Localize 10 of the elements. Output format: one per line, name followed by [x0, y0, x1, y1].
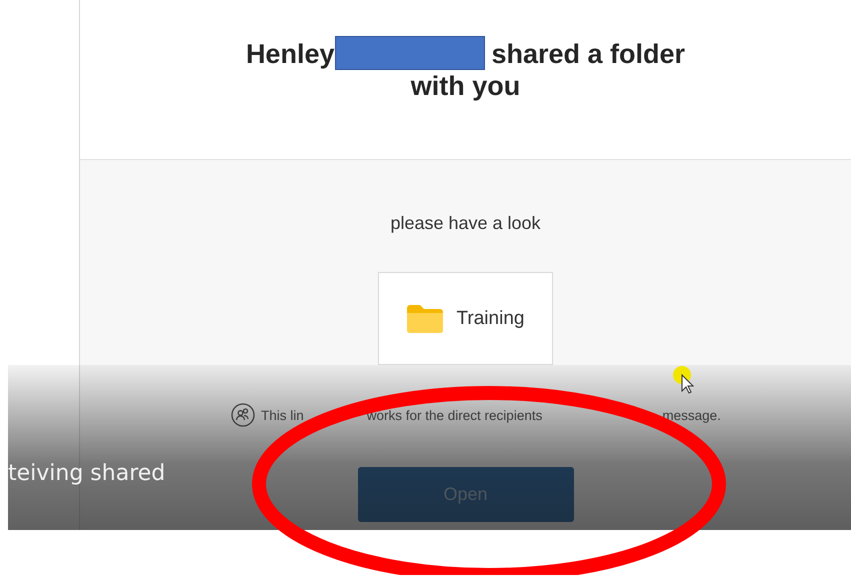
notice-text: works for the direct recipients: [366, 408, 542, 422]
people-icon: [231, 403, 255, 427]
folder-name: Training: [456, 308, 524, 330]
notice-text: message.: [662, 408, 721, 422]
video-caption: teiving shared: [8, 461, 166, 486]
email-title: Henley shared a folder with you: [226, 36, 706, 159]
message-text: please have a look: [390, 213, 541, 234]
folder-card[interactable]: Training: [378, 272, 553, 365]
folder-icon: [406, 304, 443, 332]
notice-text: This lin: [261, 408, 304, 422]
